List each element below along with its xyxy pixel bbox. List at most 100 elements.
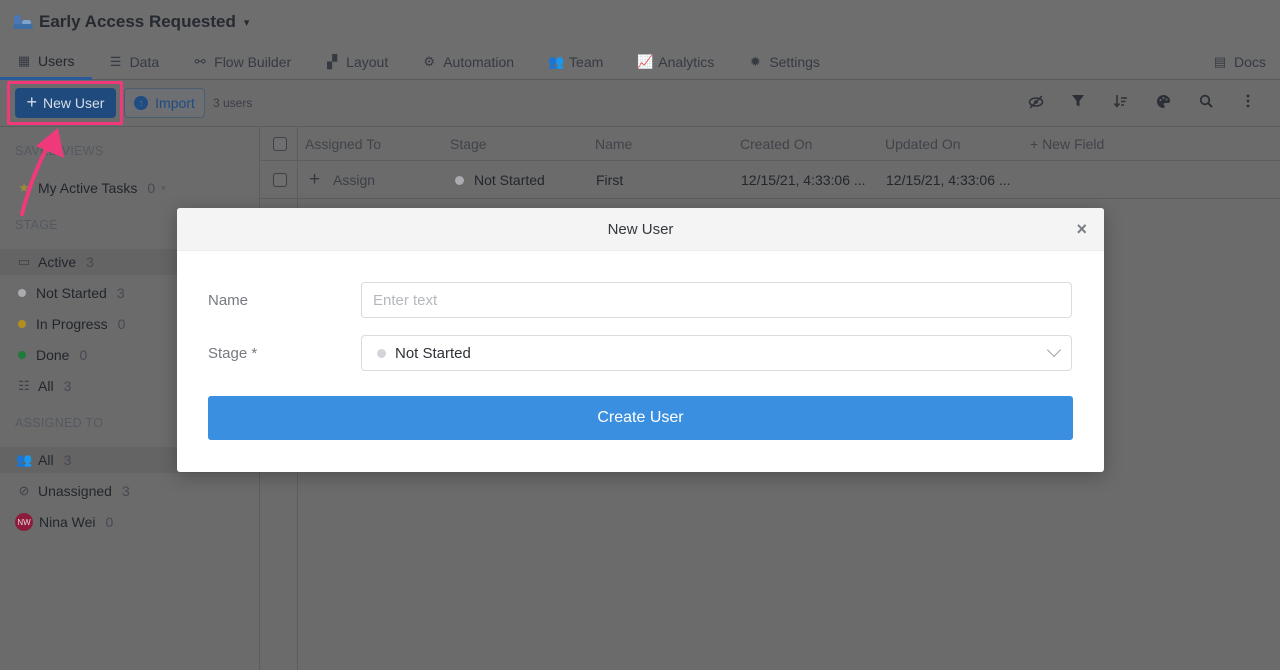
create-user-button[interactable]: Create User bbox=[208, 396, 1073, 440]
top-bar: Early Access Requested ▾ ▦ Users ☰ Data … bbox=[0, 0, 1280, 80]
chart-icon: 📈 bbox=[637, 54, 654, 69]
updated-on-cell[interactable]: 12/15/21, 4:33:06 ... bbox=[886, 172, 1011, 188]
star-icon: ★ bbox=[18, 180, 30, 195]
chevron-down-icon: ▾ bbox=[243, 16, 250, 29]
chevron-down-icon bbox=[1046, 342, 1062, 358]
sidebar-item-unassigned[interactable]: ⊘ Unassigned 3 bbox=[0, 478, 260, 504]
filter-icon[interactable] bbox=[1069, 94, 1087, 112]
close-icon[interactable]: × bbox=[1076, 219, 1087, 240]
sidebar-item-label: Not Started bbox=[36, 285, 107, 301]
import-label: Import bbox=[155, 95, 195, 111]
import-button[interactable]: ↑ Import bbox=[124, 88, 205, 118]
name-label: Name bbox=[208, 292, 249, 309]
group-icon: 👥 bbox=[16, 452, 33, 467]
sidebar-item-label: My Active Tasks bbox=[38, 180, 138, 196]
created-on-cell[interactable]: 12/15/21, 4:33:06 ... bbox=[741, 172, 866, 188]
tab-team[interactable]: 👥 Team bbox=[531, 44, 620, 80]
sidebar-item-label: Unassigned bbox=[38, 483, 112, 499]
plus-icon: + bbox=[309, 169, 321, 190]
hide-fields-icon[interactable] bbox=[1027, 94, 1045, 112]
sidebar-item-nina-wei[interactable]: NW Nina Wei 0 bbox=[0, 509, 260, 535]
app-title: Early Access Requested bbox=[39, 12, 236, 31]
user-count: 3 users bbox=[213, 96, 253, 110]
avatar: NW bbox=[15, 513, 33, 531]
stage-select-value: Not Started bbox=[395, 344, 471, 362]
palette-icon[interactable] bbox=[1154, 94, 1172, 112]
tab-users[interactable]: ▦ Users bbox=[0, 44, 92, 80]
team-icon: 👥 bbox=[548, 54, 565, 69]
tab-label: Users bbox=[38, 52, 75, 69]
sidebar-item-label: Active bbox=[38, 254, 77, 270]
database-icon: ☰ bbox=[109, 54, 122, 69]
tab-label: Data bbox=[129, 54, 160, 70]
app-title-dropdown[interactable]: Early Access Requested ▾ bbox=[13, 11, 249, 33]
tab-label: Layout bbox=[346, 54, 389, 70]
user-slash-icon: ⊘ bbox=[18, 483, 30, 498]
sidebar-item-count: 3 bbox=[116, 285, 125, 301]
tab-docs[interactable]: ▤ Docs bbox=[1200, 44, 1279, 80]
modal-title: New User bbox=[607, 221, 674, 238]
grid-header: Assigned To Stage Name Created On Update… bbox=[261, 127, 1280, 161]
name-cell[interactable]: First bbox=[596, 172, 623, 188]
tab-layout[interactable]: ▞ Layout bbox=[308, 44, 405, 80]
column-header-name[interactable]: Name bbox=[595, 136, 632, 152]
stage-heading: STAGE bbox=[15, 218, 58, 232]
sort-icon[interactable] bbox=[1112, 94, 1130, 112]
stack-icon: ☷ bbox=[18, 378, 30, 393]
status-dot bbox=[455, 176, 464, 185]
app-wave-icon bbox=[13, 14, 33, 30]
sidebar-item-my-active-tasks[interactable]: ★ My Active Tasks 0 ▾ bbox=[0, 175, 260, 201]
column-header-updated-on[interactable]: Updated On bbox=[885, 136, 961, 152]
tab-bar: ▦ Users ☰ Data ⚯ Flow Builder ▞ Layout ⚙… bbox=[0, 44, 1266, 80]
modal-header: New User × bbox=[177, 208, 1104, 251]
tab-flow-builder[interactable]: ⚯ Flow Builder bbox=[176, 44, 308, 80]
chevron-down-icon: ▾ bbox=[161, 182, 166, 193]
tab-automation[interactable]: ⚙ Automation bbox=[405, 44, 531, 80]
sidebar-item-label: Nina Wei bbox=[39, 514, 96, 530]
sidebar-item-count: 0 bbox=[147, 180, 156, 196]
sidebar-item-count: 3 bbox=[63, 378, 72, 394]
tab-label: Docs bbox=[1234, 54, 1266, 70]
status-dot bbox=[18, 289, 26, 297]
layout-icon: ▞ bbox=[327, 54, 338, 69]
column-header-stage[interactable]: Stage bbox=[450, 136, 487, 152]
book-icon: ▤ bbox=[1213, 54, 1227, 69]
new-user-modal: New User × Name Stage * Not Started Crea… bbox=[177, 208, 1104, 472]
name-field[interactable] bbox=[361, 282, 1072, 318]
tab-label: Team bbox=[569, 54, 604, 70]
stage-select[interactable]: Not Started bbox=[361, 335, 1072, 371]
sidebar-item-label: Done bbox=[36, 347, 70, 363]
sidebar-item-count: 0 bbox=[105, 514, 114, 530]
upload-icon: ↑ bbox=[134, 96, 149, 110]
stage-cell[interactable]: Not Started bbox=[474, 172, 545, 188]
saved-views-heading: SAVED VIEWS bbox=[15, 144, 104, 158]
tab-settings[interactable]: ✹ Settings bbox=[731, 44, 837, 80]
column-header-created-on[interactable]: Created On bbox=[740, 136, 812, 152]
sidebar-item-count: 3 bbox=[121, 483, 130, 499]
highlight-box bbox=[7, 81, 123, 125]
new-field-button[interactable]: + New Field bbox=[1030, 136, 1104, 152]
sidebar-item-count: 3 bbox=[86, 254, 94, 270]
status-dot bbox=[377, 348, 386, 358]
sidebar-item-label: All bbox=[38, 452, 54, 468]
sidebar-item-label: In Progress bbox=[36, 316, 108, 332]
status-dot bbox=[18, 351, 26, 359]
gear-icon: ✹ bbox=[749, 54, 761, 69]
tab-analytics[interactable]: 📈 Analytics bbox=[620, 44, 731, 80]
column-header-assigned-to[interactable]: Assigned To bbox=[305, 136, 381, 152]
stage-label: Stage * bbox=[208, 345, 258, 362]
row-checkbox[interactable] bbox=[273, 173, 287, 187]
status-dot bbox=[18, 320, 26, 328]
more-options-icon[interactable] bbox=[1239, 94, 1257, 112]
assigned-to-heading: ASSIGNED TO bbox=[15, 416, 104, 430]
assign-button[interactable]: Assign bbox=[333, 172, 375, 188]
sidebar-item-count: 0 bbox=[117, 316, 126, 332]
sidebar-item-count: 0 bbox=[79, 347, 88, 363]
tab-label: Analytics bbox=[658, 54, 715, 70]
flow-icon: ⚯ bbox=[194, 54, 206, 69]
tab-data[interactable]: ☰ Data bbox=[92, 44, 177, 80]
select-all-checkbox[interactable] bbox=[273, 137, 287, 151]
search-icon[interactable] bbox=[1197, 94, 1215, 112]
sidebar-item-count: 3 bbox=[63, 452, 72, 468]
table-row[interactable]: + Assign Not Started First 12/15/21, 4:3… bbox=[261, 162, 1280, 199]
